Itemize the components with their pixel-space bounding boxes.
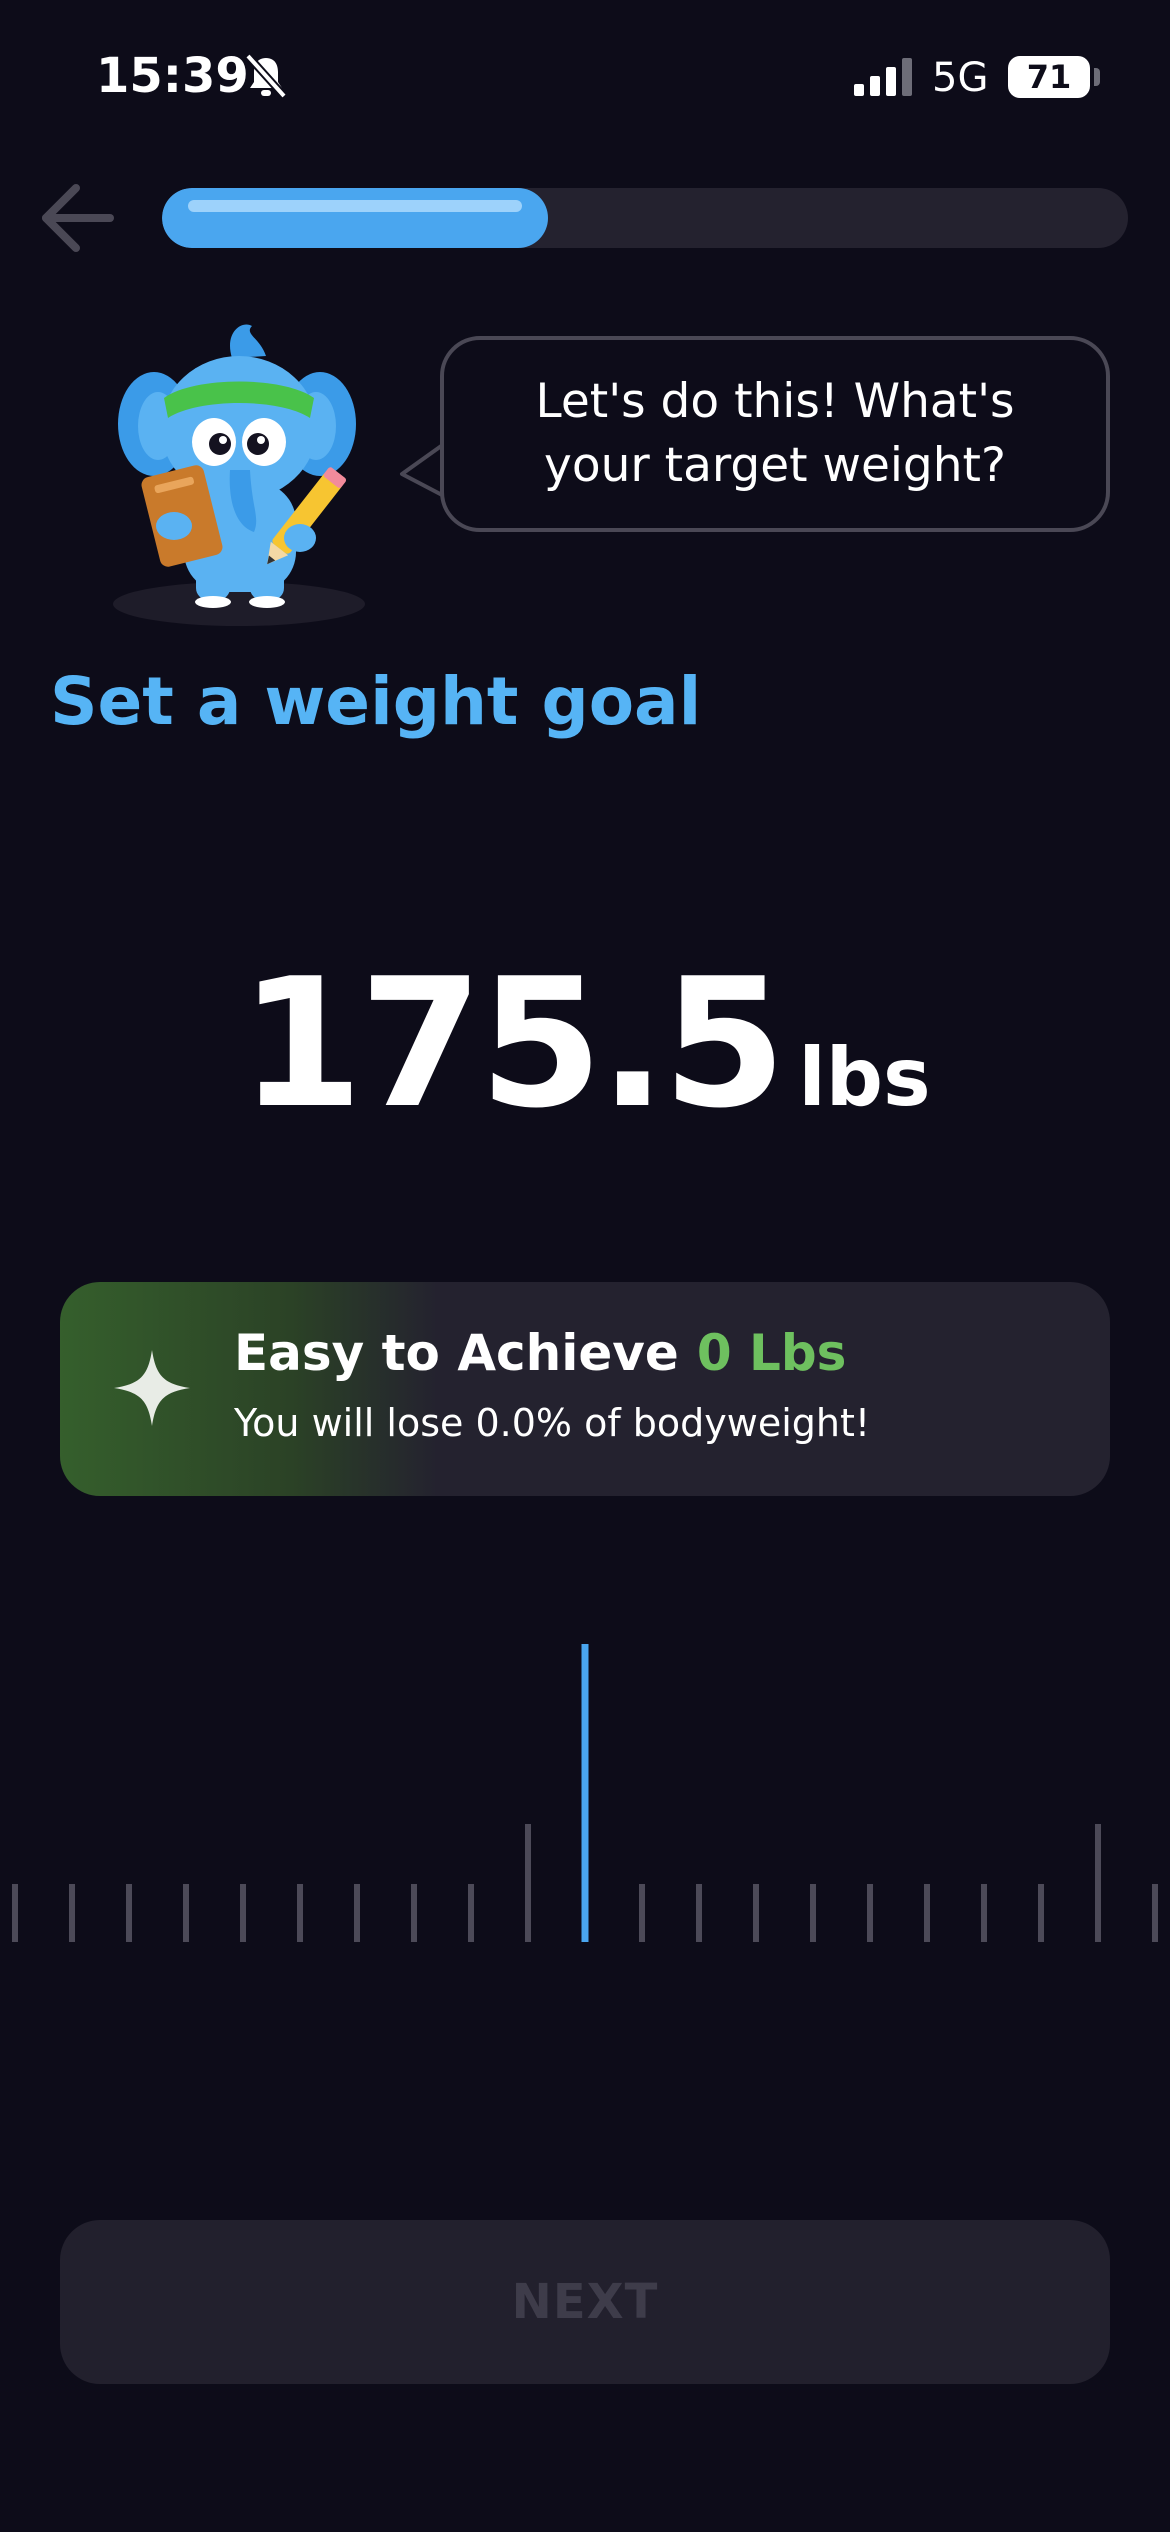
sparkle-icon [114, 1350, 190, 1426]
progress-fill [162, 188, 548, 248]
next-button[interactable]: NEXT [60, 2220, 1110, 2384]
weight-goal-screen: 15:39 5G 71 Let's do this! What's your t… [0, 0, 1170, 2532]
status-time: 15:39 [96, 48, 249, 104]
onboarding-progress-bar [162, 188, 1128, 248]
goal-difficulty-title: Easy to Achieve 0 Lbs [234, 1320, 846, 1386]
network-type: 5G [932, 55, 989, 101]
cellular-signal-icon [854, 58, 912, 96]
battery-icon: 71 [1008, 56, 1090, 98]
speech-bubble: Let's do this! What's your target weight… [440, 336, 1110, 532]
speech-bubble-line-2: your target weight? [544, 438, 1006, 493]
arrow-left-icon [42, 184, 114, 252]
goal-difficulty-label: Easy to Achieve [234, 1324, 679, 1382]
goal-amount: 0 Lbs [696, 1324, 847, 1382]
back-button[interactable] [36, 176, 120, 260]
speech-bubble-line-1: Let's do this! What's [535, 374, 1015, 429]
battery-tip [1094, 68, 1100, 86]
goal-difficulty-card: Easy to Achieve 0 Lbs You will lose 0.0% … [60, 1282, 1110, 1496]
progress-highlight [188, 200, 522, 212]
page-title: Set a weight goal [50, 663, 702, 740]
weight-display: 175.5 lbs [0, 940, 1170, 1147]
elephant-mascot-illustration [113, 324, 365, 626]
weight-ruler-slider[interactable] [0, 1630, 1170, 1950]
weight-value: 175.5 [239, 940, 786, 1147]
goal-subtitle: You will lose 0.0% of bodyweight! [234, 1401, 871, 1445]
weight-unit: lbs [798, 1031, 931, 1124]
bell-slash-icon [245, 53, 287, 99]
